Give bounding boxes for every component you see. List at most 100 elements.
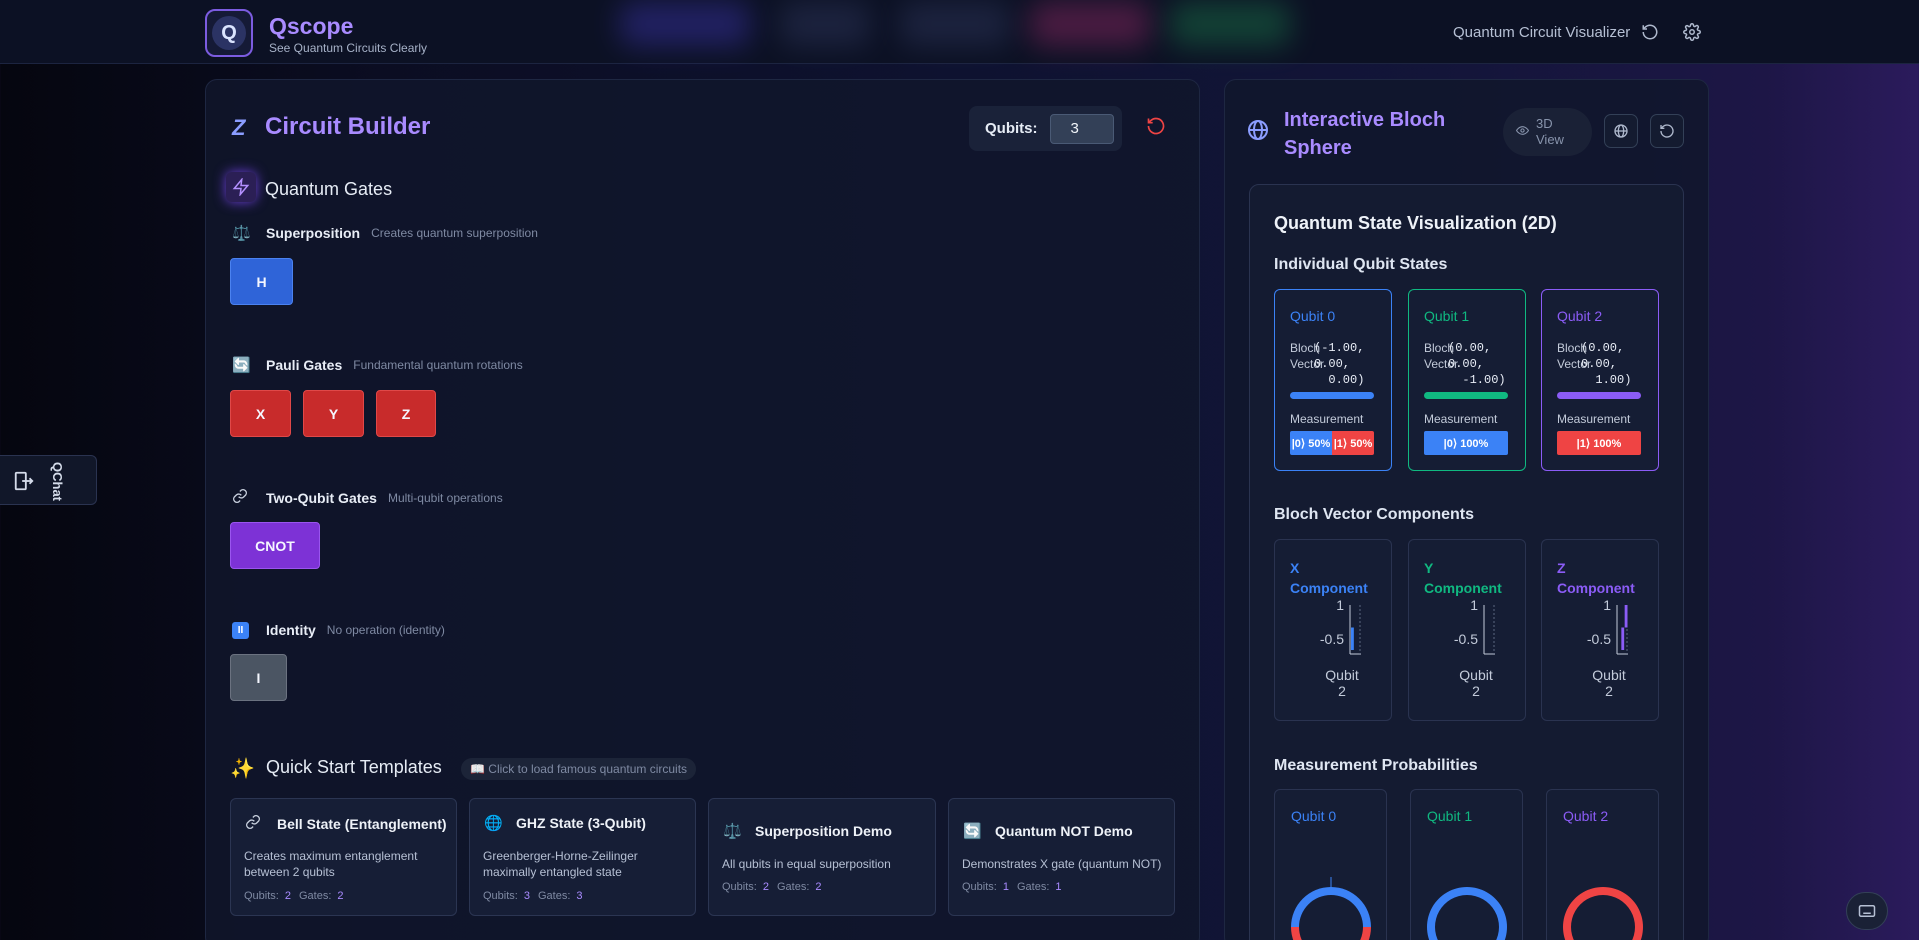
gear-icon[interactable] xyxy=(1680,20,1704,44)
eye-icon xyxy=(1515,124,1530,140)
measurement-label: Measurement xyxy=(1424,412,1498,426)
nav-label[interactable]: Quantum Circuit Visualizer xyxy=(1453,24,1630,41)
components-title: Bloch Vector Components xyxy=(1274,506,1475,523)
template-desc: Greenberger-Horne-Zeilinger xyxy=(483,849,638,863)
template-gates-label: Gates: xyxy=(776,881,810,893)
component-card-y: Y Component 1 -0.5 Qubit 2 xyxy=(1408,539,1526,721)
circuit-icon: Z xyxy=(232,115,246,140)
keyboard-shortcuts-button[interactable] xyxy=(1846,892,1888,930)
probability-chart xyxy=(1291,877,1371,940)
template-qubits-label: Qubits: xyxy=(722,881,757,893)
measurement-label: Measurement xyxy=(1557,412,1631,426)
circuit-builder-title: Circuit Builder xyxy=(265,113,431,140)
3d-view-button[interactable]: 3D View xyxy=(1503,108,1592,156)
component-name: Y xyxy=(1424,560,1434,576)
tick-label: -0.5 xyxy=(1454,631,1478,647)
reset-view-button[interactable] xyxy=(1650,114,1684,148)
component-name: Component xyxy=(1424,580,1502,596)
x-axis-label: Qubit xyxy=(1592,667,1626,683)
scale-icon: ⚖️ xyxy=(723,823,742,840)
template-gates-label: Gates: xyxy=(537,890,571,902)
section-identity: II Identity No operation (identity) xyxy=(232,620,445,639)
template-desc: All qubits in equal superposition xyxy=(722,857,891,871)
prob-qubit-name: Qubit 2 xyxy=(1563,808,1609,824)
globe-icon xyxy=(1246,118,1270,148)
section-desc: Multi-qubit operations xyxy=(387,491,503,505)
template-qubits-label: Qubits: xyxy=(962,881,997,893)
measurement-bar: |0⟩ 50% |1⟩ 50% xyxy=(1290,431,1374,455)
cycle-icon: 🔄 xyxy=(232,357,251,374)
3d-view-label-2: View xyxy=(1536,132,1564,147)
component-bar xyxy=(1624,605,1628,628)
reset-icon[interactable] xyxy=(1638,20,1662,44)
individual-states-title: Individual Qubit States xyxy=(1274,256,1448,273)
component-card-z: Z Component 1 -0.5 Qubit 2 xyxy=(1541,539,1659,721)
gate-h-button[interactable]: H xyxy=(230,258,293,305)
gate-y-button[interactable]: Y xyxy=(303,390,364,437)
gate-z-button[interactable]: Z xyxy=(376,390,436,437)
bloch-vector-value: (-1.00, 0.00, 0.00) xyxy=(1314,341,1365,387)
measurement-segment: |1⟩ 100% xyxy=(1557,431,1641,455)
templates-hint: 📖 Click to load famous quantum circuits xyxy=(461,758,697,780)
probabilities-title: Measurement Probabilities xyxy=(1274,757,1478,774)
globe-button[interactable] xyxy=(1604,114,1638,148)
component-bar xyxy=(1621,627,1625,650)
probability-slice xyxy=(1563,887,1643,940)
section-superposition: ⚖️ Superposition Creates quantum superpo… xyxy=(232,224,538,242)
probability-slice xyxy=(1427,887,1507,940)
x-axis-label: 2 xyxy=(1472,683,1480,699)
template-quantum-not-demo[interactable]: 🔄 Quantum NOT Demo Demonstrates X gate (… xyxy=(948,798,1175,916)
reset-circuit-icon[interactable] xyxy=(1146,116,1166,142)
template-bell-state[interactable]: Bell State (Entanglement) Creates maximu… xyxy=(230,798,457,916)
qubit-name: Qubit 2 xyxy=(1557,308,1603,324)
template-qubits-count: 1 xyxy=(1002,881,1009,893)
lightning-icon xyxy=(226,172,256,202)
template-desc: Creates maximum entanglement xyxy=(244,849,418,863)
x-axis-label: Qubit xyxy=(1325,667,1359,683)
template-desc: maximally entangled state xyxy=(483,865,622,879)
measurement-segment: |0⟩ 100% xyxy=(1424,431,1508,455)
bloch-vector-value: (0.00, 0.00, -1.00) xyxy=(1448,341,1506,387)
qubits-control: Qubits: 3 xyxy=(969,106,1122,151)
app-name: Qscope xyxy=(269,13,354,39)
probability-slice xyxy=(1291,887,1371,927)
measurement-segment: |0⟩ 50% xyxy=(1290,431,1332,455)
logo-letter: Q xyxy=(212,16,246,50)
probability-slice xyxy=(1291,927,1371,940)
section-pauli: 🔄 Pauli Gates Fundamental quantum rotati… xyxy=(232,356,523,374)
template-desc: Demonstrates X gate (quantum NOT) xyxy=(962,857,1162,871)
pause-icon: II xyxy=(232,620,252,639)
probability-card: Qubit 1 xyxy=(1410,789,1523,940)
template-gates-count: 1 xyxy=(1055,881,1062,893)
qubit-card: Qubit 0 Bloch Vector (-1.00, 0.00, 0.00) … xyxy=(1274,289,1392,471)
bloch-vector-value: (0.00, 0.00, 1.00) xyxy=(1581,341,1632,387)
gate-i-button[interactable]: I xyxy=(230,654,287,701)
probability-card: Qubit 0 xyxy=(1274,789,1387,940)
gate-cnot-button[interactable]: CNOT xyxy=(230,522,320,569)
section-name: Identity xyxy=(266,621,316,638)
measurement-label: Measurement xyxy=(1290,412,1364,426)
qubits-input[interactable]: 3 xyxy=(1049,113,1114,144)
template-ghz-state[interactable]: 🌐 GHZ State (3-Qubit) Greenberger-Horne-… xyxy=(469,798,696,916)
component-name: Component xyxy=(1290,580,1368,596)
qchat-label: QChat xyxy=(50,462,65,501)
gate-x-button[interactable]: X xyxy=(230,390,291,437)
tick-label: 1 xyxy=(1470,600,1478,613)
prob-qubit-name: Qubit 0 xyxy=(1291,808,1337,824)
qchat-tab[interactable]: QChat xyxy=(0,455,97,505)
keyboard-icon xyxy=(1858,905,1876,917)
qubit-card: Qubit 1 Bloch Vector (0.00, 0.00, -1.00) … xyxy=(1408,289,1526,471)
template-name: GHZ State (3-Qubit) xyxy=(516,815,646,831)
x-axis-label: Qubit xyxy=(1459,667,1493,683)
qubit-bar xyxy=(1424,392,1508,399)
section-name: Pauli Gates xyxy=(266,357,343,373)
cycle-icon: 🔄 xyxy=(963,823,982,840)
section-desc: Creates quantum superposition xyxy=(371,226,538,240)
qubit-card: Qubit 2 Bloch Vector (0.00, 0.00, 1.00) M… xyxy=(1541,289,1659,471)
probability-card: Qubit 2 xyxy=(1546,789,1659,940)
component-bar xyxy=(1351,627,1354,650)
app-logo[interactable]: Q xyxy=(205,9,253,57)
template-superposition-demo[interactable]: ⚖️ Superposition Demo All qubits in equa… xyxy=(708,798,936,916)
template-qubits-count: 2 xyxy=(762,881,769,893)
brand: Qscope See Quantum Circuits Clearly xyxy=(269,13,427,55)
